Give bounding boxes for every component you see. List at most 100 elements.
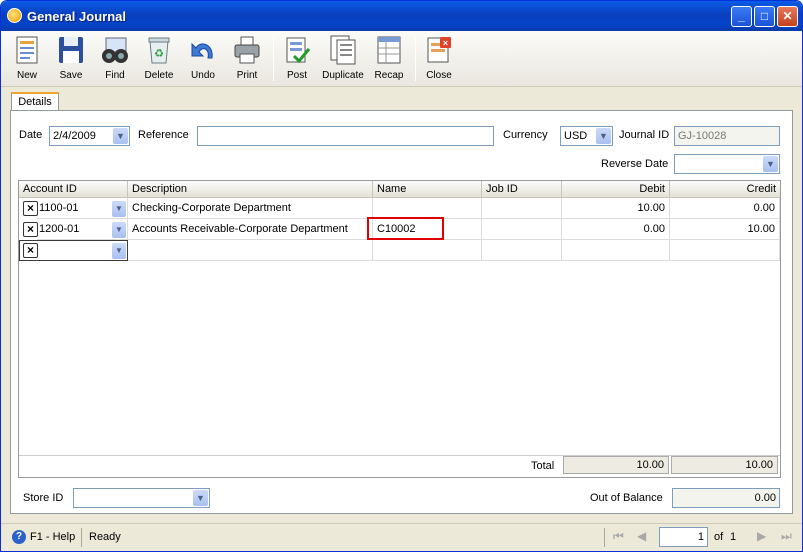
- out-of-balance-label: Out of Balance: [590, 492, 663, 504]
- post-checkmark-icon: [282, 34, 312, 66]
- status-divider: [604, 528, 605, 547]
- printer-icon: [232, 34, 262, 66]
- post-label: Post: [286, 70, 307, 81]
- tab-details[interactable]: Details: [11, 92, 59, 111]
- store-id-label: Store ID: [23, 492, 64, 504]
- job-id-cell[interactable]: [482, 198, 562, 219]
- reference-label: Reference: [138, 129, 189, 141]
- job-id-cell[interactable]: [482, 240, 562, 261]
- credit-cell[interactable]: 0.00: [670, 198, 780, 219]
- next-page-icon[interactable]: ▶: [757, 529, 766, 543]
- title-bar: General Journal _ □ ✕: [1, 1, 802, 31]
- status-text: Ready: [89, 531, 121, 543]
- description-cell[interactable]: Checking-Corporate Department: [128, 198, 373, 219]
- chevron-down-icon[interactable]: ▼: [113, 128, 128, 144]
- highlight-box: [367, 217, 444, 240]
- duplicate-button[interactable]: Duplicate: [321, 34, 365, 84]
- toolbar-separator: [415, 37, 416, 81]
- description-cell[interactable]: Accounts Receivable-Corporate Department: [128, 219, 373, 240]
- close-form-icon: ×: [424, 34, 454, 66]
- credit-cell[interactable]: [670, 240, 780, 261]
- delete-row-icon[interactable]: ×: [23, 222, 38, 237]
- out-of-balance-field: 0.00: [672, 488, 780, 508]
- maximize-button[interactable]: □: [754, 6, 775, 27]
- journal-id-label: Journal ID: [619, 129, 670, 141]
- close-window-button[interactable]: ✕: [777, 6, 798, 27]
- column-header-debit[interactable]: Debit: [562, 181, 670, 198]
- total-debit: 10.00: [563, 456, 669, 474]
- help-label[interactable]: F1 - Help: [30, 531, 75, 543]
- name-cell[interactable]: [373, 240, 482, 261]
- print-label: Print: [236, 70, 258, 81]
- credit-cell[interactable]: 10.00: [670, 219, 780, 240]
- undo-label: Undo: [191, 70, 215, 81]
- general-journal-window: General Journal _ □ ✕ New Save Find ♻ De…: [0, 0, 803, 552]
- duplicate-documents-icon: [328, 34, 358, 66]
- save-button[interactable]: Save: [53, 34, 89, 84]
- floppy-disk-icon: [56, 34, 86, 66]
- description-cell[interactable]: [128, 240, 373, 261]
- recap-label: Recap: [374, 70, 404, 81]
- date-picker[interactable]: 2/4/2009 ▼: [49, 126, 130, 146]
- total-pages: 1: [730, 531, 737, 543]
- currency-label: Currency: [503, 129, 548, 141]
- total-label: Total: [531, 460, 555, 472]
- reference-input[interactable]: [197, 126, 494, 146]
- of-label: of: [714, 531, 724, 543]
- recap-button[interactable]: Recap: [371, 34, 407, 84]
- window-title: General Journal: [27, 9, 126, 24]
- chevron-down-icon[interactable]: ▼: [763, 156, 778, 172]
- column-header-description[interactable]: Description: [128, 181, 373, 198]
- page-number-input[interactable]: 1: [659, 527, 708, 547]
- find-button[interactable]: Find: [97, 34, 133, 84]
- store-id-select[interactable]: ▼: [73, 488, 210, 508]
- help-icon[interactable]: ?: [12, 530, 26, 544]
- chevron-down-icon[interactable]: ▼: [193, 490, 208, 506]
- previous-page-icon[interactable]: ◀: [637, 529, 646, 543]
- currency-select[interactable]: USD ▼: [560, 126, 613, 146]
- column-header-credit[interactable]: Credit: [670, 181, 780, 198]
- column-header-job-id[interactable]: Job ID: [482, 181, 562, 198]
- recycle-bin-icon: ♻: [144, 34, 174, 66]
- close-button[interactable]: × Close: [421, 34, 457, 84]
- new-document-icon: [12, 34, 42, 66]
- post-button[interactable]: Post: [279, 34, 315, 84]
- status-bar: ? F1 - Help Ready ⏮ ◀ 1 of 1 ▶ ⏭: [1, 523, 802, 551]
- date-value: 2/4/2009: [53, 130, 96, 142]
- delete-row-icon[interactable]: ×: [23, 201, 38, 216]
- reverse-date-picker[interactable]: ▼: [674, 154, 780, 174]
- delete-label: Delete: [144, 70, 174, 81]
- svg-text:♻: ♻: [154, 48, 164, 60]
- job-id-cell[interactable]: [482, 219, 562, 240]
- recap-sheet-icon: [374, 34, 404, 66]
- new-button[interactable]: New: [9, 34, 45, 84]
- debit-cell[interactable]: [562, 240, 670, 261]
- journal-id-field: GJ-10028: [674, 126, 780, 146]
- debit-cell[interactable]: 10.00: [562, 198, 670, 219]
- first-page-icon[interactable]: ⏮: [613, 529, 624, 544]
- save-label: Save: [59, 70, 83, 81]
- minimize-button[interactable]: _: [731, 6, 752, 27]
- last-page-icon[interactable]: ⏭: [781, 529, 792, 544]
- find-label: Find: [105, 70, 125, 81]
- toolbar: New Save Find ♻ Delete Undo Print Post D…: [1, 31, 802, 87]
- toolbar-separator: [273, 37, 274, 81]
- print-button[interactable]: Print: [229, 34, 265, 84]
- status-divider: [81, 528, 82, 547]
- undo-arrow-icon: [188, 34, 218, 66]
- chevron-down-icon[interactable]: ▼: [112, 243, 126, 259]
- column-header-account-id[interactable]: Account ID: [19, 181, 128, 198]
- undo-button[interactable]: Undo: [185, 34, 221, 84]
- duplicate-label: Duplicate: [322, 70, 364, 81]
- close-label: Close: [426, 70, 452, 81]
- column-header-name[interactable]: Name: [373, 181, 482, 198]
- chevron-down-icon[interactable]: ▼: [112, 222, 126, 238]
- chevron-down-icon[interactable]: ▼: [112, 201, 126, 217]
- debit-cell[interactable]: 0.00: [562, 219, 670, 240]
- chevron-down-icon[interactable]: ▼: [596, 128, 611, 144]
- delete-button[interactable]: ♻ Delete: [141, 34, 177, 84]
- name-cell[interactable]: [373, 198, 482, 219]
- date-label: Date: [19, 129, 43, 141]
- new-label: New: [16, 70, 37, 81]
- reverse-date-label: Reverse Date: [601, 158, 669, 170]
